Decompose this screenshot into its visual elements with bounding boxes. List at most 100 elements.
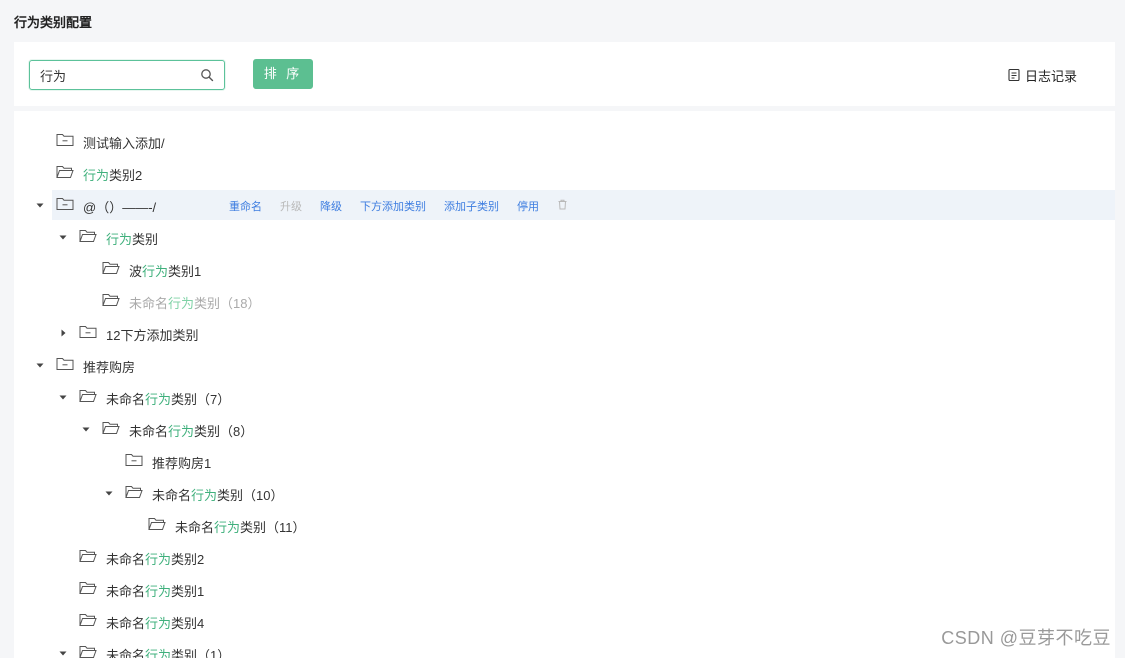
add-child-button[interactable]: 添加子类别 xyxy=(444,198,499,214)
tree-node[interactable]: 推荐购房 xyxy=(36,350,1115,380)
tree-node[interactable]: 推荐购房1 xyxy=(52,446,1115,476)
downgrade-button[interactable]: 降级 xyxy=(320,198,342,214)
add-below-button[interactable]: 下方添加类别 xyxy=(360,198,426,214)
label-text: 未命名 xyxy=(175,520,215,535)
folder-open-icon xyxy=(79,390,97,402)
search-highlight: 行为 xyxy=(145,392,172,407)
label-text: 类别2 xyxy=(171,552,205,567)
label-text: 12下方添加类别 xyxy=(106,328,199,343)
tree-node[interactable]: 未命名行为类别（11） xyxy=(52,510,1115,540)
tree-node-label: 行为类别2 xyxy=(83,165,142,184)
tree-node[interactable]: @（）——-/ 重命名 升级 降级 下方添加类别 添加子类别 停用 xyxy=(36,190,1115,220)
tree-node[interactable]: 行为类别 xyxy=(52,222,1115,252)
tree-node-label: 测试输入添加/ xyxy=(83,133,165,152)
sort-button[interactable]: 排 序 xyxy=(253,59,313,89)
caret-down-icon[interactable] xyxy=(35,200,45,210)
tree-node-label: 未命名行为类别（7） xyxy=(106,389,230,408)
search-highlight: 行为 xyxy=(191,488,218,503)
search-highlight: 行为 xyxy=(106,232,133,247)
tree-node[interactable]: 未命名行为类别（10） xyxy=(52,478,1115,508)
label-text: 未命名 xyxy=(106,616,146,631)
label-text: 类别2 xyxy=(109,168,143,183)
caret-down-icon[interactable] xyxy=(58,392,68,402)
search-highlight: 行为 xyxy=(214,520,241,535)
tree-node-label: 行为类别 xyxy=(106,229,158,248)
tree-node-label: 波行为类别1 xyxy=(129,261,201,280)
label-text: 类别 xyxy=(132,232,159,247)
label-text: 类别（1） xyxy=(171,648,231,658)
label-text: 类别1 xyxy=(171,584,205,599)
label-text: 未命名 xyxy=(129,424,169,439)
search-icon[interactable] xyxy=(200,68,214,82)
disable-button[interactable]: 停用 xyxy=(517,198,539,214)
search-highlight: 行为 xyxy=(145,648,172,658)
search-highlight: 行为 xyxy=(145,584,172,599)
folder-open-icon xyxy=(148,518,166,530)
label-text: 测试输入添加/ xyxy=(83,136,165,151)
tree-node-label: 推荐购房1 xyxy=(152,453,211,472)
label-text: 类别（8） xyxy=(194,424,254,439)
caret-down-icon[interactable] xyxy=(58,232,68,242)
tree-node[interactable]: 测试输入添加/ xyxy=(52,126,1115,156)
tree-node-label: 未命名行为类别（8） xyxy=(129,421,253,440)
folder-minus-icon xyxy=(56,358,74,370)
tree-node[interactable]: 12下方添加类别 xyxy=(52,318,1115,348)
tree-node-label: 未命名行为类别2 xyxy=(106,549,204,568)
caret-down-icon[interactable] xyxy=(35,360,45,370)
folder-open-icon xyxy=(79,582,97,594)
tree-node-label: 未命名行为类别（11） xyxy=(175,517,306,536)
caret-down-icon[interactable] xyxy=(104,488,114,498)
label-text: 波 xyxy=(129,264,143,279)
tree-node-label: 未命名行为类别（10） xyxy=(152,485,284,504)
tree-node-label: 未命名行为类别1 xyxy=(106,581,204,600)
search-highlight: 行为 xyxy=(145,552,172,567)
search-highlight: 行为 xyxy=(145,616,172,631)
tree-node[interactable]: 未命名行为类别（7） xyxy=(52,382,1115,412)
label-text: 未命名 xyxy=(152,488,192,503)
label-text: 类别（7） xyxy=(171,392,231,407)
label-text: 类别（18） xyxy=(194,296,261,311)
tree-node-label: 未命名行为类别4 xyxy=(106,613,204,632)
folder-open-icon xyxy=(79,614,97,626)
label-text: 未命名 xyxy=(106,648,146,658)
tree-node-label: 未命名行为类别（18） xyxy=(129,293,261,312)
trash-icon[interactable] xyxy=(557,199,568,210)
search-box[interactable] xyxy=(29,60,225,90)
tree-node[interactable]: 波行为类别1 xyxy=(52,254,1115,284)
toolbar: 排 序 日志记录 xyxy=(14,42,1115,106)
tree-node[interactable]: 未命名行为类别（8） xyxy=(52,414,1115,444)
node-actions: 重命名 升级 降级 下方添加类别 添加子类别 停用 xyxy=(229,198,568,214)
label-text: 未命名 xyxy=(129,296,169,311)
tree-node[interactable]: 未命名行为类别2 xyxy=(52,542,1115,572)
folder-open-icon xyxy=(79,550,97,562)
tree-node[interactable]: 未命名行为类别（18） xyxy=(52,286,1115,316)
upgrade-button[interactable]: 升级 xyxy=(280,198,302,214)
search-highlight: 行为 xyxy=(142,264,169,279)
folder-open-icon xyxy=(125,486,143,498)
caret-down-icon[interactable] xyxy=(81,424,91,434)
label-text: 未命名 xyxy=(106,584,146,599)
label-text: 类别4 xyxy=(171,616,205,631)
watermark: CSDN @豆芽不吃豆 xyxy=(941,628,1111,648)
category-tree: 测试输入添加/行为类别2 @（）——-/重命名 升级 降级 下方添加类别 添加子类别 停用行… xyxy=(14,111,1115,658)
folder-open-icon xyxy=(79,646,97,658)
rename-button[interactable]: 重命名 xyxy=(229,198,262,214)
label-text: 未命名 xyxy=(106,552,146,567)
tree-node-label: 推荐购房 xyxy=(83,357,135,376)
log-button[interactable]: 日志记录 xyxy=(1007,66,1077,84)
tree-node[interactable]: 行为类别2 xyxy=(52,158,1115,188)
folder-open-icon xyxy=(56,166,74,178)
caret-down-icon[interactable] xyxy=(58,648,68,658)
folder-minus-icon xyxy=(79,326,97,338)
label-text: 推荐购房 xyxy=(83,360,136,375)
folder-open-icon xyxy=(102,262,120,274)
caret-right-icon[interactable] xyxy=(58,328,68,338)
label-text: 类别（10） xyxy=(217,488,284,503)
tree-node[interactable]: 未命名行为类别1 xyxy=(52,574,1115,604)
document-icon xyxy=(1008,68,1020,82)
log-button-label: 日志记录 xyxy=(1024,68,1077,84)
folder-minus-icon xyxy=(125,454,143,466)
folder-open-icon xyxy=(102,294,120,306)
search-input[interactable] xyxy=(30,61,190,89)
label-text: 类别1 xyxy=(168,264,202,279)
